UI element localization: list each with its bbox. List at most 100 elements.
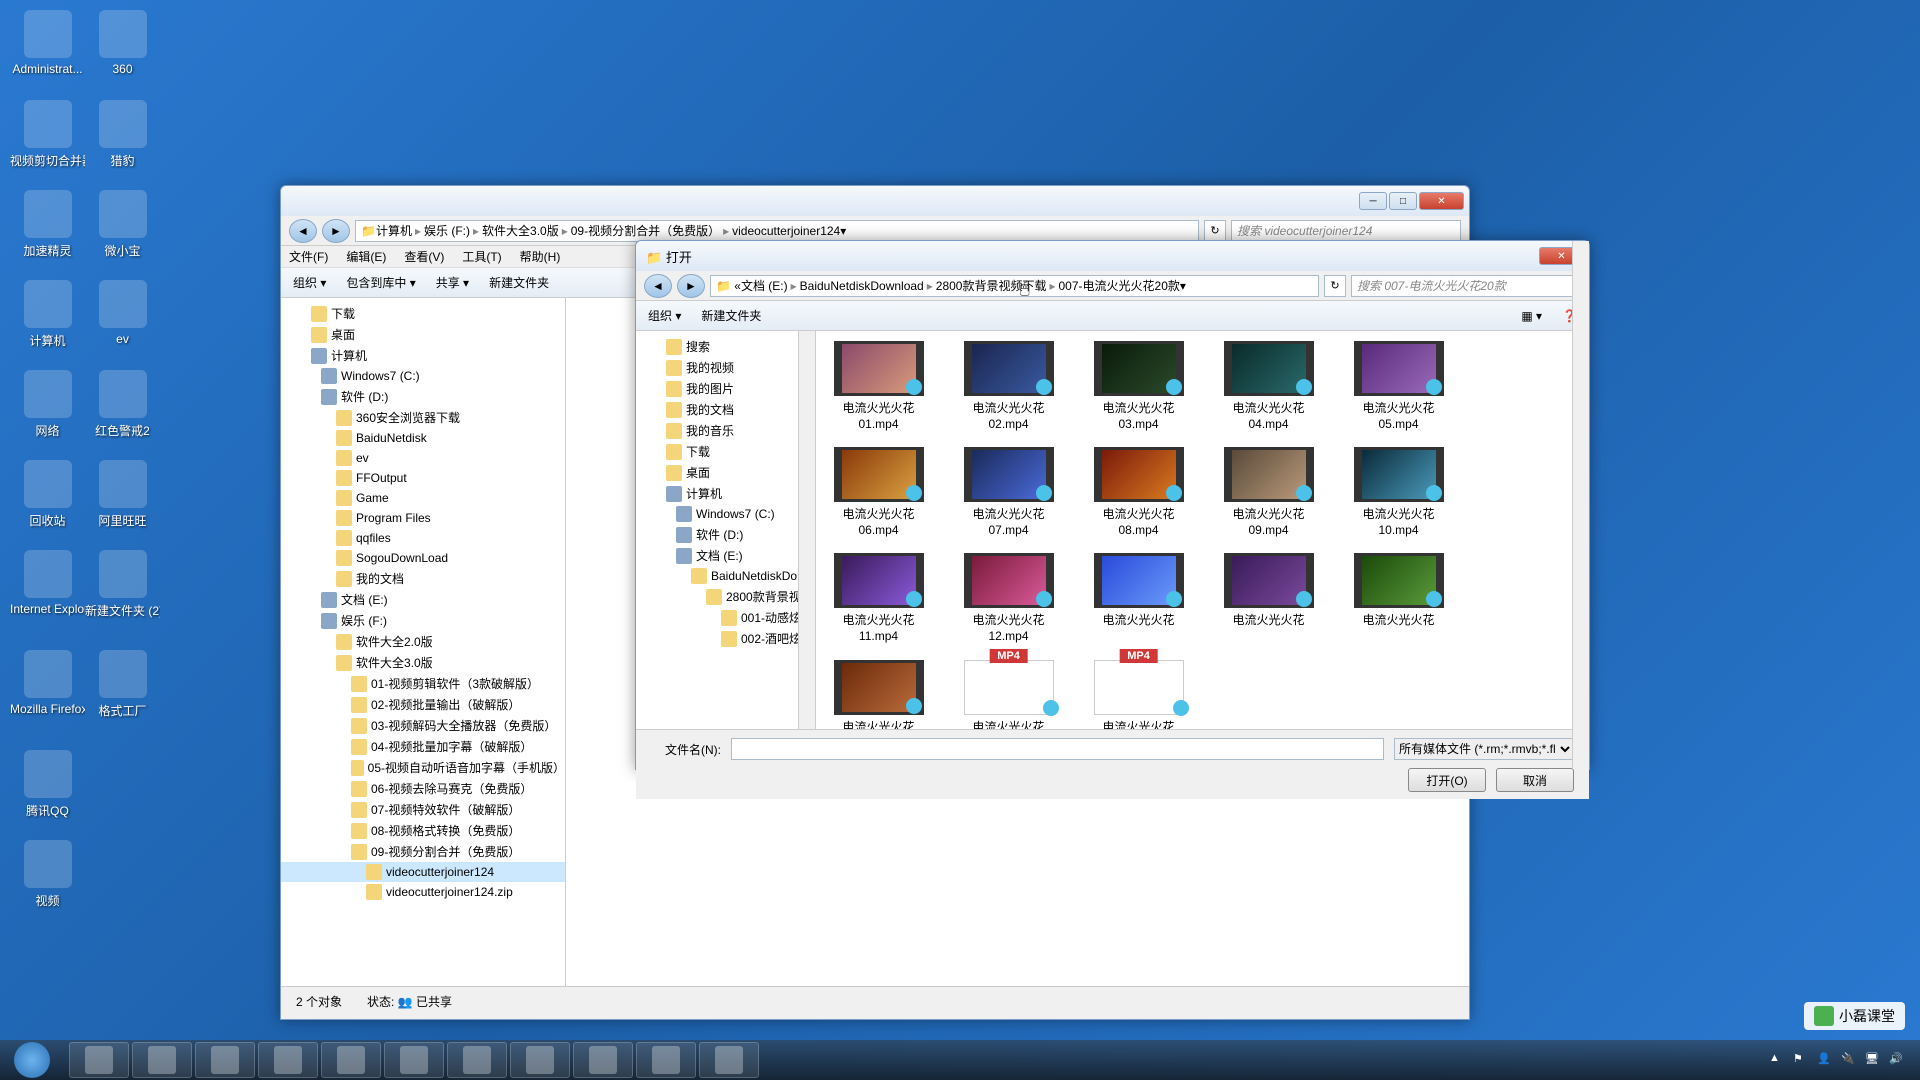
file-thumbnail[interactable]: 电流火光火花01.mp4 (826, 341, 931, 432)
desktop-icon[interactable]: 视频 (10, 840, 85, 909)
desktop-icon[interactable]: Administrat... (10, 10, 85, 76)
breadcrumb-item[interactable]: 09-视频分割合并（免费版） (571, 222, 720, 239)
tree-item[interactable]: 桌面 (636, 462, 815, 483)
breadcrumb-item[interactable]: 娱乐 (F:) (424, 222, 470, 239)
refresh-button[interactable]: ↻ (1204, 220, 1226, 242)
tree-item[interactable]: 我的图片 (636, 378, 815, 399)
menu-item[interactable]: 编辑(E) (346, 248, 386, 265)
file-thumbnail[interactable]: 电流火光火花 (1216, 553, 1321, 644)
tree-item[interactable]: SogouDownLoad (281, 548, 565, 568)
menu-item[interactable]: 帮助(H) (520, 248, 561, 265)
tree-item[interactable]: 05-视频自动听语音加字幕（手机版） (281, 757, 565, 778)
desktop-icon[interactable]: 网络 (10, 370, 85, 439)
tree-item[interactable]: 09-视频分割合并（免费版） (281, 841, 565, 862)
file-thumbnail[interactable]: 电流火光火花 (1346, 553, 1451, 644)
minimize-button[interactable]: ─ (1359, 192, 1387, 210)
tree-item[interactable]: 04-视频批量加字幕（破解版） (281, 736, 565, 757)
taskbar-item[interactable] (510, 1042, 570, 1078)
tree-item[interactable]: 01-视频剪辑软件（3款破解版） (281, 673, 565, 694)
breadcrumb-item[interactable]: 007-电流火光火花20款 (1059, 277, 1180, 294)
desktop-icon[interactable]: Mozilla Firefox (10, 650, 85, 716)
tree-item[interactable]: 002-酒吧炫动 (636, 628, 815, 649)
desktop-icon[interactable]: 视频剪切合并器 (10, 100, 85, 169)
tree-item[interactable]: 08-视频格式转换（免费版） (281, 820, 565, 841)
file-thumbnail[interactable]: 电流火光火花09.mp4 (1216, 447, 1321, 538)
taskbar-item[interactable] (321, 1042, 381, 1078)
tree-item[interactable]: 2800款背景视 (636, 586, 815, 607)
forward-button[interactable]: ► (677, 274, 705, 298)
tray-icon[interactable]: 👤 (1817, 1052, 1833, 1068)
tree-item[interactable]: qqfiles (281, 528, 565, 548)
forward-button[interactable]: ► (322, 219, 350, 243)
back-button[interactable]: ◄ (289, 219, 317, 243)
tree-item[interactable]: 我的视频 (636, 357, 815, 378)
taskbar-item[interactable] (195, 1042, 255, 1078)
taskbar-item[interactable] (258, 1042, 318, 1078)
tree-item[interactable]: 03-视频解码大全播放器（免费版） (281, 715, 565, 736)
file-thumbnail[interactable]: 电流火光火花02.mp4 (956, 341, 1061, 432)
desktop-icon[interactable]: 微小宝 (85, 190, 160, 259)
tree-item[interactable]: BaiduNetdiskDo (636, 566, 815, 586)
tray-icon[interactable]: ⚑ (1793, 1052, 1809, 1068)
cancel-button[interactable]: 取消 (1496, 768, 1574, 792)
desktop-icon[interactable]: 腾讯QQ (10, 750, 85, 819)
desktop-icon[interactable]: 猎豹 (85, 100, 160, 169)
toolbar-item[interactable]: 组织 ▾ (293, 274, 326, 291)
file-thumbnail[interactable]: 电流火光火花05.mp4 (1346, 341, 1451, 432)
file-thumbnail[interactable]: 电流火光火花04.mp4 (1216, 341, 1321, 432)
taskbar-item[interactable] (447, 1042, 507, 1078)
search-input[interactable]: 搜索 007-电流火光火花20款 (1351, 275, 1581, 297)
file-thumbnail[interactable]: 电流火光火花 (1086, 660, 1191, 729)
file-thumbnail[interactable]: 电流火光火花12.mp4 (956, 553, 1061, 644)
tree-item[interactable]: 文档 (E:) (281, 589, 565, 610)
taskbar-item[interactable] (384, 1042, 444, 1078)
system-tray[interactable]: ▲ ⚑ 👤 🔌 🖥 🔊 (1769, 1052, 1915, 1068)
file-thumbnail[interactable]: 电流火光火花06.mp4 (826, 447, 931, 538)
tree-item[interactable]: 桌面 (281, 324, 565, 345)
tree-item[interactable]: 我的文档 (281, 568, 565, 589)
file-thumbnail[interactable]: 电流火光火花03.mp4 (1086, 341, 1191, 432)
close-button[interactable]: ✕ (1419, 192, 1464, 210)
tree-item[interactable]: 06-视频去除马赛克（免费版） (281, 778, 565, 799)
toolbar-item[interactable]: 包含到库中 ▾ (346, 274, 415, 291)
tree-item[interactable]: Game (281, 488, 565, 508)
filename-input[interactable] (731, 738, 1384, 760)
start-button[interactable] (5, 1042, 59, 1078)
desktop-icon[interactable]: ev (85, 280, 160, 346)
tree-item[interactable]: videocutterjoiner124.zip (281, 882, 565, 902)
tray-icon[interactable]: ▲ (1769, 1052, 1785, 1068)
tree-item[interactable]: Program Files (281, 508, 565, 528)
tree-item[interactable]: BaiduNetdisk (281, 428, 565, 448)
tree-item[interactable]: 搜索 (636, 336, 815, 357)
desktop-icon[interactable]: 格式工厂 (85, 650, 160, 719)
breadcrumb-item[interactable]: 计算机 (376, 222, 412, 239)
tree-item[interactable]: Windows7 (C:) (281, 366, 565, 386)
tree-item[interactable]: 文档 (E:) (636, 545, 815, 566)
open-button[interactable]: 打开(O) (1408, 768, 1486, 792)
breadcrumb-item[interactable]: 2800款背景视频下载 (936, 277, 1047, 294)
breadcrumb-item[interactable]: 软件大全3.0版 (482, 222, 559, 239)
refresh-button[interactable]: ↻ (1324, 275, 1346, 297)
file-thumbnail[interactable]: 电流火光火花 (956, 660, 1061, 729)
file-thumbnail[interactable]: 电流火光火花08.mp4 (1086, 447, 1191, 538)
desktop-icon[interactable]: 新建文件夹 (2) (85, 550, 160, 619)
toolbar-item[interactable]: 共享 ▾ (436, 274, 469, 291)
explorer-titlebar[interactable]: ─ □ ✕ (281, 186, 1469, 216)
tree-item[interactable]: videocutterjoiner124 (281, 862, 565, 882)
back-button[interactable]: ◄ (644, 274, 672, 298)
toolbar-item[interactable]: 组织 ▾ (648, 307, 681, 324)
tree-item[interactable]: 07-视频特效软件（破解版） (281, 799, 565, 820)
file-thumbnail[interactable]: 电流火光火花07.mp4 (956, 447, 1061, 538)
tree-item[interactable]: 娱乐 (F:) (281, 610, 565, 631)
toolbar-item[interactable]: 新建文件夹 (489, 274, 549, 291)
scrollbar[interactable] (1572, 331, 1589, 729)
filter-select[interactable]: 所有媒体文件 (*.rm;*.rmvb;*.fl (1394, 738, 1574, 760)
menu-item[interactable]: 工具(T) (462, 248, 501, 265)
tray-icon[interactable]: 🔌 (1841, 1052, 1857, 1068)
desktop-icon[interactable]: 360 (85, 10, 160, 76)
tree-item[interactable]: 02-视频批量输出（破解版） (281, 694, 565, 715)
desktop-icon[interactable]: Internet Explorer (10, 550, 85, 616)
desktop-icon[interactable]: 回收站 (10, 460, 85, 529)
maximize-button[interactable]: □ (1389, 192, 1417, 210)
volume-icon[interactable]: 🔊 (1889, 1052, 1905, 1068)
